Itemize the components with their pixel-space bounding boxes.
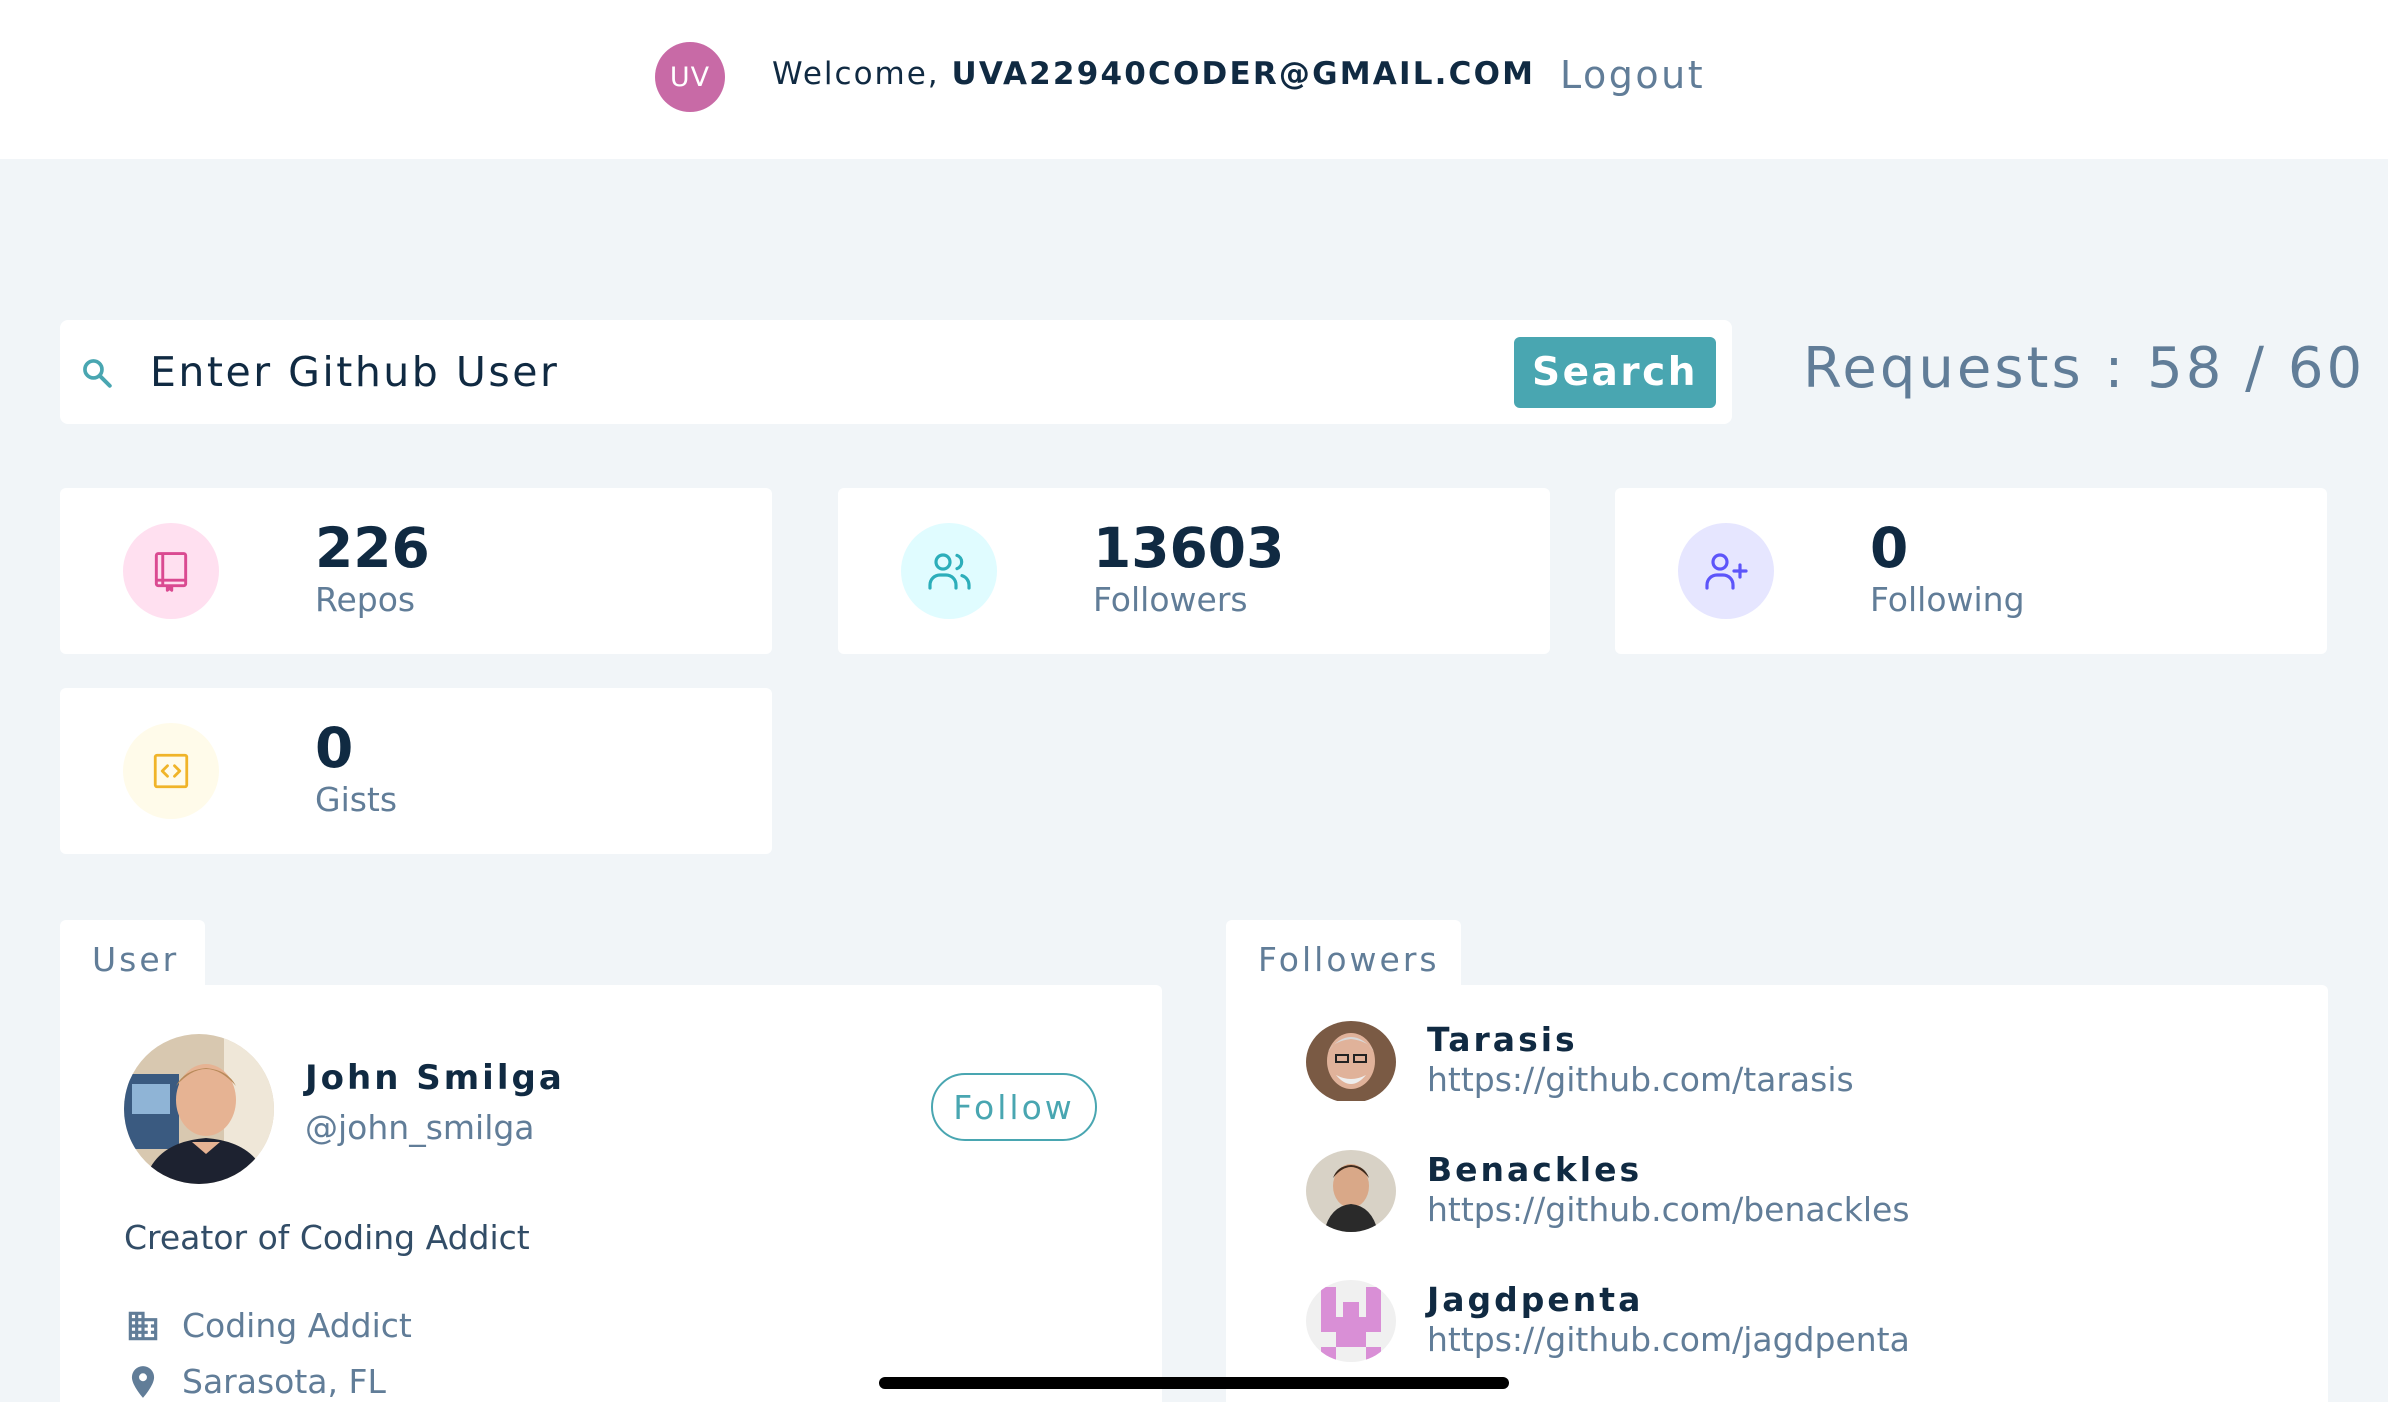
home-indicator <box>879 1377 1509 1389</box>
follower-avatar <box>1306 1280 1396 1362</box>
location-pin-icon <box>131 1365 155 1398</box>
search-button[interactable]: Search <box>1514 337 1716 408</box>
follower-avatar <box>1306 1021 1396 1103</box>
stat-card-followers: 13603 Followers <box>838 488 1550 654</box>
avatar[interactable]: UV <box>655 42 725 112</box>
search-icon <box>83 359 112 388</box>
follower-name: Jagdpenta <box>1427 1280 1644 1319</box>
stat-card-gists: 0 Gists <box>60 688 772 854</box>
stat-value: 226 <box>315 516 430 580</box>
user-avatar <box>124 1034 274 1184</box>
stat-card-repos: 226 Repos <box>60 488 772 654</box>
follower-avatar <box>1306 1150 1396 1232</box>
company-label: Coding Addict <box>182 1306 412 1345</box>
user-company: Coding Addict <box>124 1306 412 1345</box>
user-location: Sarasota, FL <box>124 1362 386 1401</box>
follower-url[interactable]: https://github.com/tarasis <box>1427 1060 1854 1099</box>
user-email: UVA22940CODER@GMAIL.COM <box>951 56 1536 92</box>
user-plus-icon <box>1678 523 1774 619</box>
user-handle: @john_smilga <box>305 1108 535 1147</box>
users-icon <box>901 523 997 619</box>
follower-name: Tarasis <box>1427 1020 1578 1059</box>
stat-value: 13603 <box>1093 516 1285 580</box>
follower-name: Benackles <box>1427 1150 1643 1189</box>
code-icon <box>123 723 219 819</box>
follower-url[interactable]: https://github.com/benackles <box>1427 1190 1910 1229</box>
stat-value: 0 <box>1870 516 1909 580</box>
stat-label: Following <box>1870 580 2025 619</box>
user-bio: Creator of Coding Addict <box>124 1218 530 1257</box>
logout-button[interactable]: Logout <box>1560 53 1705 97</box>
welcome-text: Welcome, UVA22940CODER@GMAIL.COM <box>772 56 1535 92</box>
welcome-prefix: Welcome, <box>772 56 952 92</box>
stat-label: Repos <box>315 580 416 619</box>
building-icon <box>128 1311 158 1340</box>
followers-panel-tab: Followers <box>1226 920 1461 990</box>
book-icon <box>123 523 219 619</box>
user-name: John Smilga <box>305 1058 565 1098</box>
top-navbar: UV Welcome, UVA22940CODER@GMAIL.COM Logo… <box>0 0 2388 159</box>
stat-label: Followers <box>1093 580 1248 619</box>
follower-url[interactable]: https://github.com/jagdpenta <box>1427 1320 1910 1359</box>
follow-button[interactable]: Follow <box>931 1073 1097 1141</box>
requests-counter: Requests : 58 / 60 <box>1803 336 2366 401</box>
location-label: Sarasota, FL <box>182 1362 386 1401</box>
stat-label: Gists <box>315 780 398 819</box>
stat-card-following: 0 Following <box>1615 488 2327 654</box>
search-input[interactable] <box>150 336 1480 408</box>
user-panel-tab: User <box>60 920 205 990</box>
stat-value: 0 <box>315 716 354 780</box>
